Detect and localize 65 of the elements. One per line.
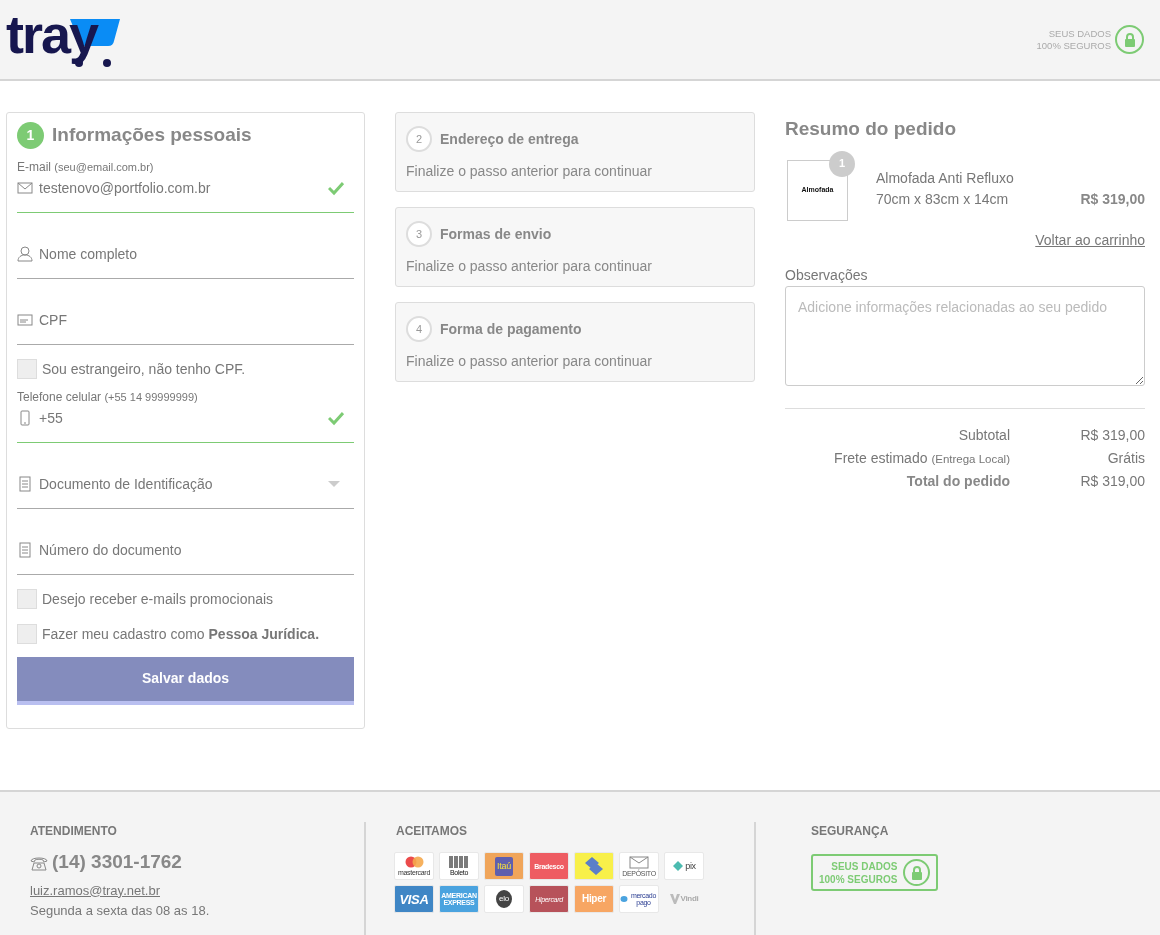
total-label: Total do pedido: [905, 471, 1010, 491]
step-title: Endereço de entrega: [440, 129, 579, 149]
user-icon: [17, 246, 33, 262]
field-label: Telefone celular (+55 14 99999999): [17, 389, 199, 405]
logo: tray: [6, 6, 122, 73]
step-number: 3: [406, 221, 432, 247]
field-label: E-mail (seu@email.com.br): [17, 159, 155, 175]
product-variant: 70cm x 83cm x 14cm: [876, 189, 1009, 209]
footer-heading: ACEITAMOS: [396, 823, 469, 840]
save-button[interactable]: Salvar dados: [17, 656, 354, 705]
total-value: R$ 319,00: [1079, 471, 1145, 491]
total-label: Subtotal: [957, 425, 1010, 445]
checkbox-label: Desejo receber e-mails promocionais: [42, 589, 274, 609]
dropdown[interactable]: Documento de Identificação: [39, 473, 322, 495]
lock-icon: [903, 859, 931, 886]
step-message: Finalize o passo anterior para continuar: [406, 352, 653, 371]
total-value: Grátis: [1106, 448, 1145, 468]
caret-icon: [328, 481, 340, 487]
payment-logo: elo: [484, 885, 524, 913]
phone-number: (14) 3301-1762: [52, 850, 182, 874]
email-link[interactable]: luiz.ramos@tray.net.br: [30, 880, 160, 900]
notes-field[interactable]: Adicione informações relacionadas ao seu pedido: [785, 285, 1145, 386]
lock-icon: [1115, 25, 1144, 54]
notes-label: Observações: [785, 265, 869, 285]
step-number: 1: [17, 121, 44, 149]
step-message: Finalize o passo anterior para continuar: [406, 257, 653, 276]
opening-hours: Segunda a sexta das 08 as 18.: [30, 901, 211, 920]
security-text: SEUS DADOS 100% SEGUROS: [1036, 27, 1111, 52]
input-field[interactable]: Número do documento: [39, 539, 354, 561]
checkbox[interactable]: [17, 359, 37, 379]
payment-logo: VISA: [394, 885, 434, 913]
input-field[interactable]: Nome completo: [39, 243, 354, 265]
mail-icon: [17, 180, 33, 196]
product-name: Almofada Anti Refluxo: [876, 168, 1015, 188]
step-number: 4: [406, 316, 432, 342]
total-label: Frete estimado (Entrega Local): [833, 448, 1010, 468]
input-field[interactable]: +55: [39, 407, 322, 429]
step-message: Finalize o passo anterior para continuar: [406, 162, 653, 181]
section-title: Informações pessoais: [52, 123, 252, 147]
check-icon: [328, 180, 344, 196]
step-title: Formas de envio: [440, 224, 552, 244]
payment-logo: [574, 852, 614, 880]
document-icon: [17, 476, 33, 492]
payment-logo: Itaú: [484, 852, 524, 880]
input-field[interactable]: CPF: [39, 309, 354, 331]
back-to-cart-link[interactable]: Voltar ao carrinho: [1035, 231, 1145, 248]
total-value: R$ 319,00: [1079, 425, 1145, 445]
checkbox[interactable]: [17, 624, 37, 644]
payment-logo: Hiper: [574, 885, 614, 913]
check-icon: [328, 410, 344, 426]
security-badge: SEUS DADOS 100% SEGUROS: [811, 854, 939, 891]
footer-heading: SEGURANÇA: [811, 823, 890, 840]
step-number: 2: [406, 126, 432, 152]
product-price: R$ 319,00: [1080, 189, 1145, 209]
checkbox-label: Fazer meu cadastro como Pessoa Jurídica.: [42, 624, 320, 644]
document-icon: [17, 542, 33, 558]
card-icon: [17, 312, 33, 328]
payment-logo: pix: [664, 852, 704, 880]
step-title: Forma de pagamento: [440, 319, 582, 339]
footer-heading: ATENDIMENTO: [30, 823, 118, 840]
checkbox[interactable]: [17, 589, 37, 609]
phone-icon: [17, 410, 33, 426]
input-field[interactable]: testenovo@portfolio.com.br: [39, 177, 322, 199]
summary-title: Resumo do pedido: [785, 117, 957, 141]
checkbox-label: Sou estrangeiro, não tenho CPF.: [42, 359, 246, 379]
